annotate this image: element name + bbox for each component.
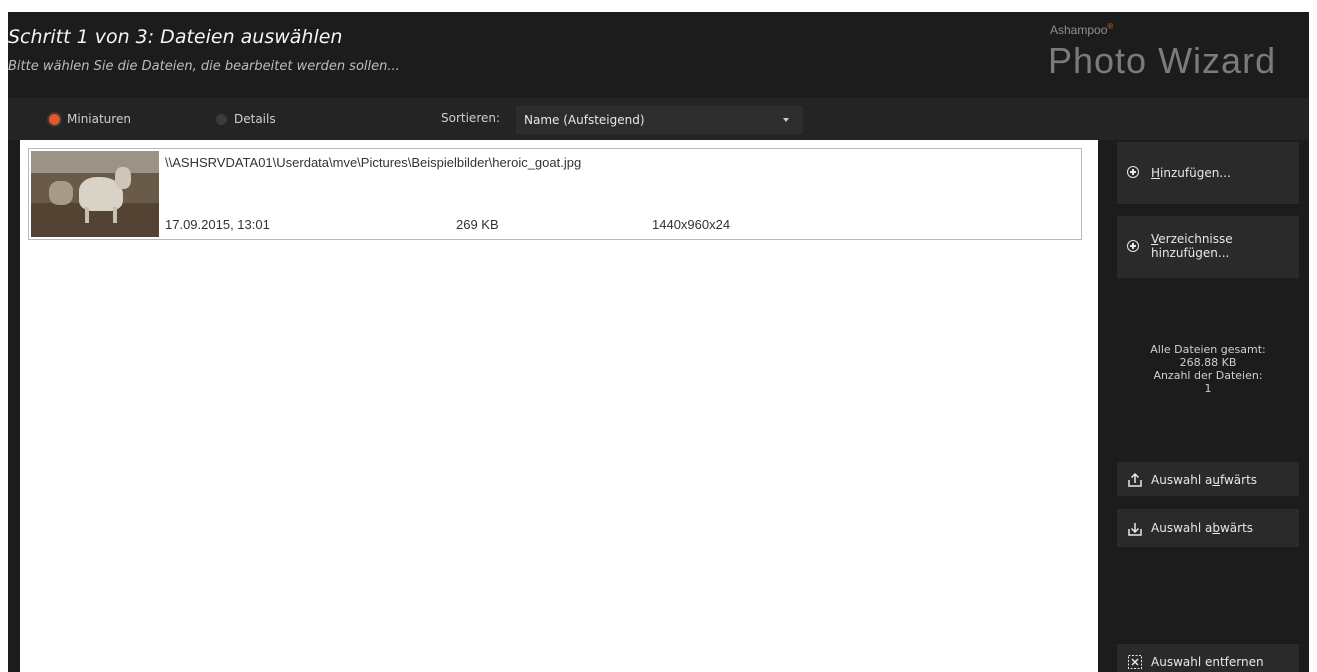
add-circle-icon [1127,166,1141,180]
file-list-item[interactable]: \\ASHSRVDATA01\Userdata\mve\Pictures\Bei… [28,148,1082,240]
total-size-value: 268.88 KB [1179,356,1237,369]
move-selection-up-label: Auswahl aufwärts [1151,473,1258,487]
move-down-icon [1127,521,1142,536]
view-thumbnails-radio[interactable]: Miniaturen [49,111,131,127]
brand-product-name: Photo Wizard [1048,40,1277,81]
sort-label: Sortieren: [441,111,501,125]
add-circle-icon [1127,240,1141,254]
move-selection-up-button[interactable]: Auswahl aufwärts [1117,462,1299,496]
add-directories-button[interactable]: Verzeichnisse hinzufügen... [1117,216,1299,278]
file-size: 269 KB [456,217,499,232]
view-toolbar: Miniaturen Details Sortieren: Name (Aufs… [8,98,1309,140]
move-up-icon [1127,472,1142,487]
total-size-label: Alle Dateien gesamt: [1150,343,1266,356]
add-files-label: Hinzufügen... [1151,166,1231,180]
file-thumbnail [31,151,159,237]
remove-selection-button[interactable]: Auswahl entfernen [1117,644,1299,672]
add-files-button[interactable]: Hinzufügen... [1117,142,1299,204]
add-directories-label: Verzeichnisse hinzufügen... [1151,232,1233,260]
sort-dropdown-value: Name (Aufsteigend) [524,113,645,127]
file-dimensions: 1440x960x24 [652,217,731,232]
brand-logo-top: Ashampoo® [1050,22,1114,37]
view-details-label: Details [234,112,276,126]
radio-selected-icon [49,113,60,125]
radio-unselected-icon [216,113,227,125]
view-thumbnails-label: Miniaturen [67,112,131,126]
step-subtitle: Bitte wählen Sie die Dateien, die bearbe… [8,59,400,74]
header: Schritt 1 von 3: Dateien auswählen Bitte… [8,12,1309,98]
sort-dropdown[interactable]: Name (Aufsteigend) [516,106,803,134]
file-count-label: Anzahl der Dateien: [1153,369,1263,382]
move-selection-down-button[interactable]: Auswahl abwärts [1117,509,1299,547]
remove-icon [1127,654,1142,669]
file-statistics: Alle Dateien gesamt: 268.88 KB Anzahl de… [1117,343,1299,395]
file-date: 17.09.2015, 13:01 [165,217,270,232]
view-details-radio[interactable]: Details [216,111,276,127]
wizard-window: Schritt 1 von 3: Dateien auswählen Bitte… [8,12,1309,672]
move-selection-down-label: Auswahl abwärts [1151,521,1254,535]
file-path: \\ASHSRVDATA01\Userdata\mve\Pictures\Bei… [165,155,582,170]
chevron-down-icon [783,118,789,122]
remove-selection-label: Auswahl entfernen [1151,655,1264,669]
step-title: Schritt 1 von 3: Dateien auswählen [8,26,343,48]
file-list[interactable]: \\ASHSRVDATA01\Userdata\mve\Pictures\Bei… [20,140,1098,672]
file-count-value: 1 [1204,382,1212,395]
